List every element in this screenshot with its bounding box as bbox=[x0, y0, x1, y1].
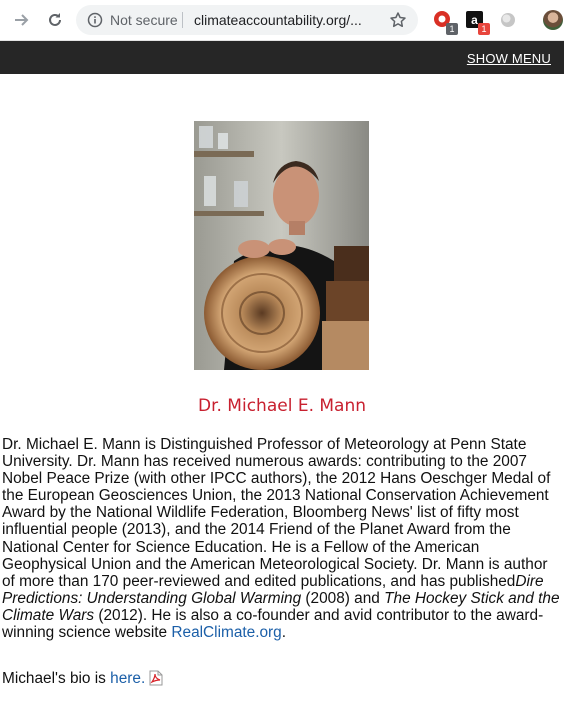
show-menu-link[interactable]: SHOW MENU bbox=[467, 51, 551, 66]
bio-paragraph: Dr. Michael E. Mann is Distinguished Pro… bbox=[2, 436, 560, 641]
bio-link-prefix: Michael's bio is bbox=[2, 670, 111, 687]
extension-amazon-icon[interactable]: a 1 bbox=[465, 10, 490, 35]
site-header: SHOW MENU bbox=[0, 41, 564, 74]
security-status-label[interactable]: Not secure bbox=[110, 12, 178, 28]
bookmark-star-icon[interactable] bbox=[389, 11, 407, 29]
browser-toolbar: Not secure climateaccountability.org/...… bbox=[0, 0, 564, 41]
bio-link-line: Michael's bio is here. bbox=[2, 670, 164, 688]
extension-gray-icon[interactable] bbox=[498, 10, 518, 30]
bio-text: . bbox=[281, 624, 287, 642]
pdf-icon[interactable] bbox=[148, 670, 164, 686]
portrait-photo bbox=[194, 121, 369, 370]
bio-text: (2008) and bbox=[301, 589, 385, 607]
url-text[interactable]: climateaccountability.org/... bbox=[194, 12, 362, 28]
extension-red-icon[interactable]: 1 bbox=[433, 10, 458, 35]
info-icon[interactable] bbox=[87, 12, 103, 28]
bio-pdf-link[interactable]: here. bbox=[110, 670, 145, 687]
extension-badge: 1 bbox=[446, 23, 458, 35]
extension-badge: 1 bbox=[478, 23, 490, 35]
realclimate-link[interactable]: RealClimate.org bbox=[171, 624, 281, 641]
person-name: Dr. Michael E. Mann bbox=[197, 396, 367, 416]
profile-avatar[interactable] bbox=[543, 10, 563, 30]
address-bar[interactable]: Not secure climateaccountability.org/... bbox=[76, 5, 418, 35]
bio-text: Dr. Michael E. Mann is Distinguished Pro… bbox=[2, 436, 551, 590]
reload-icon[interactable] bbox=[43, 8, 67, 32]
forward-arrow-icon[interactable] bbox=[10, 8, 34, 32]
divider bbox=[182, 12, 183, 28]
